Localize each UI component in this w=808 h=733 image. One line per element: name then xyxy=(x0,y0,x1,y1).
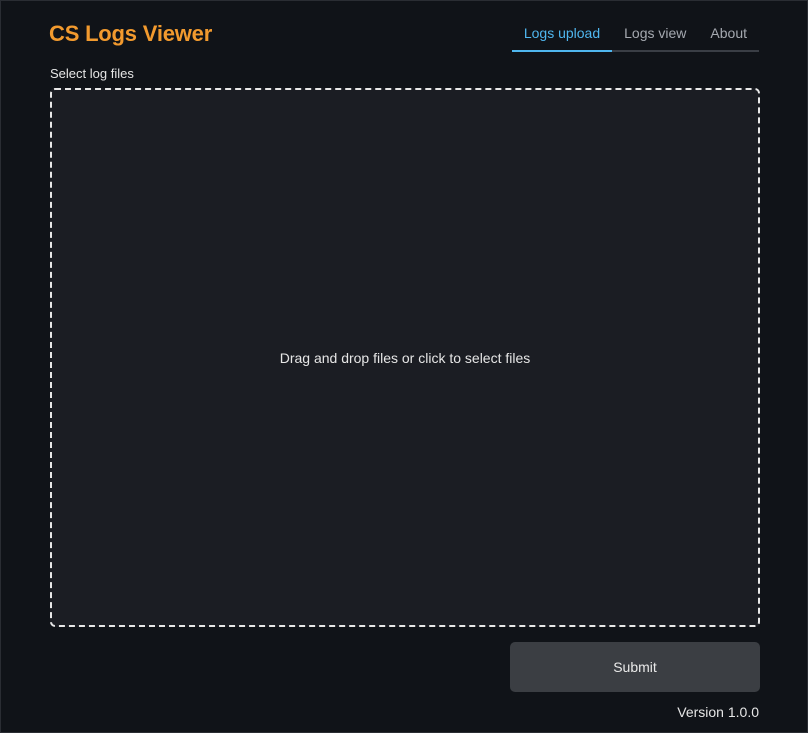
tab-logs-upload[interactable]: Logs upload xyxy=(511,19,613,52)
header: CS Logs Viewer Logs upload Logs view Abo… xyxy=(49,19,759,53)
app-title: CS Logs Viewer xyxy=(49,21,213,46)
nav-tabs: Logs upload Logs view About xyxy=(511,19,759,52)
select-log-files-label: Select log files xyxy=(50,66,134,81)
tab-logs-view[interactable]: Logs view xyxy=(612,19,698,50)
app-window: CS Logs Viewer Logs upload Logs view Abo… xyxy=(0,0,808,733)
file-dropzone[interactable]: Drag and drop files or click to select f… xyxy=(50,88,760,627)
tab-about[interactable]: About xyxy=(698,19,759,50)
dropzone-text: Drag and drop files or click to select f… xyxy=(279,349,531,366)
version-label: Version 1.0.0 xyxy=(677,704,759,720)
submit-button[interactable]: Submit xyxy=(510,642,760,692)
